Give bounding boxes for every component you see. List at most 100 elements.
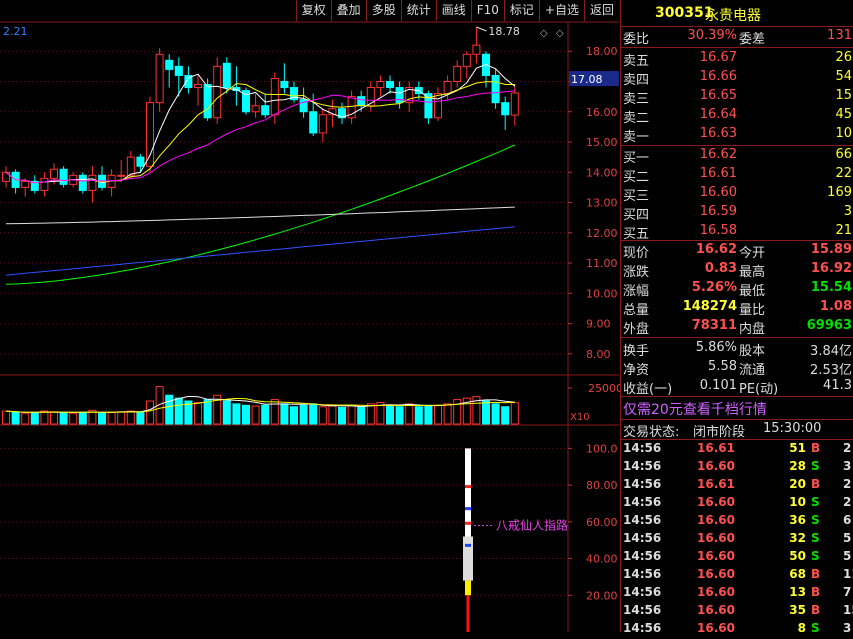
book-row: 买五 16.58 21 <box>621 223 853 242</box>
price-axis-label: 13.00 <box>586 197 618 210</box>
tick-row: 14:56 16.60 13 B 7 <box>621 585 853 603</box>
volume-bar <box>347 404 356 425</box>
price-axis-label: 8.00 <box>586 348 611 361</box>
indicator-axis-label: 100.0 <box>586 442 618 455</box>
stat-value: 2.53亿 <box>810 363 852 378</box>
stat-value: 0.83 <box>704 261 737 276</box>
volume-axis-label: 25000 <box>588 382 620 395</box>
stat-label: 股本 <box>739 344 766 359</box>
candle-body <box>280 80 289 89</box>
volume-bar <box>174 397 183 425</box>
tick-time: 14:56 <box>623 477 662 491</box>
volume-bar <box>386 404 394 425</box>
book-row: 买一 16.62 66 <box>621 147 853 166</box>
volume-bar <box>395 406 404 425</box>
tick-side: S <box>811 513 820 527</box>
indicator-bar-yellow <box>465 580 471 596</box>
tick-price: 16.60 <box>697 495 735 509</box>
stat-label: PE(动) <box>739 382 779 397</box>
book-volume: 26 <box>835 50 852 65</box>
candle-body <box>78 174 87 191</box>
tick-volume: 36 <box>789 513 806 527</box>
volume-bar <box>299 404 308 425</box>
kline-chart-area[interactable]: 18.0017.0016.0015.0014.0013.0012.0011.00… <box>0 0 623 632</box>
stat-label: 外盘 <box>623 322 650 337</box>
volume-bar <box>366 403 375 425</box>
expand-icon: ◇ <box>556 28 564 39</box>
ma5-line <box>5 63 516 184</box>
stock-header: 300351 永贵电器 <box>621 5 853 25</box>
book-price: 16.59 <box>699 204 737 219</box>
tick-time: 14:56 <box>623 585 662 599</box>
indicator-mark-blue <box>465 507 471 511</box>
price-axis-label: 10.00 <box>586 287 618 300</box>
promo-text[interactable]: 仅需20元查看千档行情 <box>623 399 767 419</box>
candle-body <box>194 84 202 89</box>
stat-label: 最高 <box>739 265 766 280</box>
book-price: 16.65 <box>699 88 737 103</box>
volume-bar <box>510 402 519 425</box>
toolbar-button[interactable]: F10 <box>470 0 504 21</box>
toolbar-button[interactable]: 复权 <box>295 0 331 21</box>
tick-count: 5 <box>843 549 852 563</box>
tick-volume: 35 <box>789 603 806 617</box>
divider <box>621 337 853 338</box>
divider <box>621 26 853 27</box>
tick-price: 16.60 <box>697 621 735 635</box>
tick-volume: 68 <box>789 567 806 581</box>
stat-label: 今开 <box>739 246 766 261</box>
indicator-mark-red <box>465 521 471 525</box>
tick-time: 14:56 <box>623 603 662 617</box>
book-price: 16.62 <box>699 147 737 162</box>
volume-bar <box>453 399 462 425</box>
status-value: 闭市阶段 <box>693 425 746 440</box>
stat-row: 涨跌 0.83 最高 16.92 <box>621 261 853 280</box>
volume-bar <box>482 400 490 425</box>
tick-count: 7 <box>843 585 852 599</box>
indicator-mark-red <box>465 485 471 489</box>
candle-body <box>491 74 500 104</box>
book-volume: 66 <box>835 147 852 162</box>
chart-canvas[interactable]: 18.0017.0016.0015.0014.0013.0012.0011.00… <box>0 0 623 632</box>
tick-price: 16.60 <box>697 585 735 599</box>
toolbar-button[interactable]: 叠加 <box>330 0 366 21</box>
candle-body <box>472 44 481 55</box>
candle-body <box>434 93 442 119</box>
tick-price: 16.61 <box>697 477 735 491</box>
promo-banner[interactable]: 仅需20元查看千档行情 <box>621 399 853 419</box>
toolbar-button[interactable]: 返回 <box>583 0 619 21</box>
candle-body <box>155 53 164 104</box>
toolbar-button[interactable]: 统计 <box>400 0 436 21</box>
tick-side: S <box>811 621 820 635</box>
stat-value: 15.89 <box>810 242 852 257</box>
toolbar-button[interactable]: 画线 <box>435 0 471 21</box>
tick-price: 16.60 <box>697 459 735 473</box>
stat-value: 5.86% <box>695 340 737 355</box>
tick-volume: 13 <box>789 585 806 599</box>
tick-count: 2 <box>843 441 852 455</box>
tick-side: B <box>811 567 821 581</box>
indicator-bar-red <box>466 595 470 632</box>
candle-body <box>117 174 126 177</box>
price-axis-label: 18.00 <box>586 45 618 58</box>
price-flag: 17.08 <box>571 73 603 86</box>
tick-volume: 20 <box>789 477 806 491</box>
candle-body <box>510 92 519 116</box>
toolbar-button[interactable]: 多股 <box>365 0 401 21</box>
candle-body <box>357 96 366 107</box>
volume-bar <box>194 401 202 425</box>
tick-time: 14:56 <box>623 441 662 455</box>
volume-bar <box>11 412 20 425</box>
tick-count: 5 <box>843 531 852 545</box>
volume-bar <box>117 411 126 425</box>
candle-body <box>126 156 135 176</box>
candle-body <box>88 174 97 191</box>
ma120-line <box>5 206 515 225</box>
toolbar-button[interactable]: 标记 <box>503 0 539 21</box>
tick-side: S <box>811 459 820 473</box>
volume-bar <box>136 411 145 425</box>
volume-bar <box>318 406 327 425</box>
toolbar-button[interactable]: +自选 <box>538 0 584 21</box>
indicator-mark-blue <box>465 543 471 547</box>
tick-row: 14:56 16.60 68 B 11 <box>621 567 853 585</box>
